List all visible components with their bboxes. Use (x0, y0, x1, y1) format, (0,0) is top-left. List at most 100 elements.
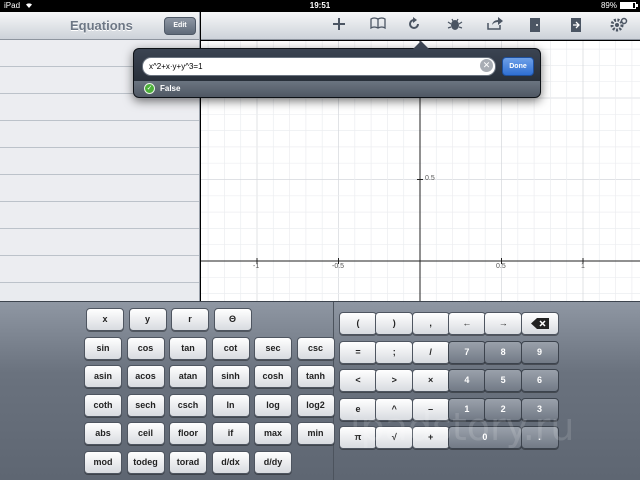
key[interactable]: e (339, 398, 377, 421)
key[interactable]: π (339, 426, 377, 449)
equation-input[interactable]: x^2+x·y+y^3=1 (142, 57, 496, 76)
key[interactable]: 8 (484, 341, 523, 364)
key[interactable]: / (411, 341, 450, 364)
gear-icon[interactable] (609, 17, 629, 35)
key[interactable]: 6 (520, 369, 559, 392)
x-tick-label: -0.5 (332, 263, 345, 270)
door-icon[interactable] (525, 17, 545, 35)
y-tick-label: 0.5 (425, 175, 435, 182)
key[interactable]: acos (126, 365, 165, 388)
key[interactable]: . (520, 426, 559, 449)
equation-slot[interactable] (0, 175, 199, 202)
key[interactable]: sin (84, 337, 122, 360)
key[interactable]: Θ (213, 308, 252, 331)
backspace-key[interactable] (520, 312, 559, 335)
key[interactable]: 2 (484, 398, 523, 421)
key[interactable]: y (128, 308, 167, 331)
key[interactable]: log2 (296, 394, 335, 417)
exit-icon[interactable] (566, 17, 586, 35)
key[interactable]: cosh (254, 365, 292, 388)
popover-arrow (413, 41, 429, 49)
key[interactable]: torad (169, 451, 207, 474)
equation-slot[interactable] (0, 202, 199, 229)
equations-toolbar: Equations Edit (0, 12, 199, 40)
key[interactable]: 4 (447, 369, 486, 392)
key[interactable]: csch (169, 394, 207, 417)
key[interactable]: min (296, 422, 335, 445)
equation-slot[interactable] (0, 94, 199, 121)
key[interactable]: cot (211, 337, 250, 360)
math-keyboard: x y r Θsin cos tan cot sec csc asin acos atan sinh co… (0, 301, 640, 480)
key[interactable]: > (375, 369, 414, 392)
bug-icon[interactable] (445, 17, 465, 35)
equation-slot[interactable] (0, 256, 199, 283)
key[interactable]: r (171, 308, 209, 331)
key[interactable]: d/dx (211, 451, 250, 474)
key[interactable]: sech (126, 394, 165, 417)
key[interactable]: ln (211, 394, 250, 417)
edit-button[interactable]: Edit (164, 17, 196, 35)
plus-icon[interactable] (329, 17, 349, 35)
x-tick-label: 0.5 (496, 263, 506, 270)
result-bar: ✓ False (134, 81, 540, 97)
done-button[interactable]: Done (502, 57, 534, 76)
key[interactable]: 7 (447, 341, 486, 364)
battery-level (621, 3, 634, 8)
share-icon[interactable] (485, 17, 505, 35)
result-text: False (160, 84, 181, 93)
key[interactable]: sinh (211, 365, 250, 388)
key[interactable]: ceil (126, 422, 165, 445)
equation-slot[interactable] (0, 229, 199, 256)
clock: 19:51 (309, 1, 331, 10)
key[interactable]: 3 (520, 398, 559, 421)
key[interactable]: 0 (447, 426, 522, 449)
key[interactable]: floor (169, 422, 207, 445)
key[interactable]: mod (84, 451, 122, 474)
key[interactable]: if (211, 422, 250, 445)
key[interactable]: ^ (375, 398, 414, 421)
key[interactable]: < (339, 369, 377, 392)
key[interactable]: = (339, 341, 377, 364)
key[interactable]: × (411, 369, 450, 392)
x-tick-label: -1 (253, 263, 260, 270)
key[interactable]: ( (339, 312, 377, 335)
key[interactable]: → (484, 312, 523, 335)
key[interactable]: d/dy (254, 451, 292, 474)
key[interactable]: log (254, 394, 292, 417)
key[interactable]: max (254, 422, 292, 445)
key[interactable]: ← (447, 312, 486, 335)
battery-percent: 89% (600, 1, 617, 10)
key[interactable]: coth (84, 394, 122, 417)
clear-icon[interactable]: ✕ (480, 59, 493, 72)
key[interactable]: √ (375, 426, 414, 449)
key[interactable]: ; (375, 341, 414, 364)
refresh-icon[interactable] (404, 17, 424, 35)
key[interactable]: + (411, 426, 450, 449)
key[interactable]: asin (84, 365, 122, 388)
key[interactable]: 9 (520, 341, 559, 364)
key[interactable]: sec (254, 337, 292, 360)
key[interactable]: todeg (126, 451, 165, 474)
backspace-icon (530, 318, 549, 329)
equation-slot[interactable] (0, 148, 199, 175)
panel-title: Equations (70, 18, 133, 33)
book-icon[interactable] (368, 17, 388, 35)
key[interactable]: tanh (296, 365, 335, 388)
key[interactable]: atan (169, 365, 207, 388)
battery: 89% (600, 1, 638, 10)
key[interactable]: 1 (447, 398, 486, 421)
key[interactable]: abs (84, 422, 122, 445)
keyboard-divider (333, 302, 334, 480)
key[interactable]: cos (126, 337, 165, 360)
key[interactable]: – (411, 398, 450, 421)
key[interactable]: tan (169, 337, 207, 360)
equation-slot[interactable] (0, 121, 199, 148)
battery-icon (620, 2, 638, 9)
key[interactable]: 5 (484, 369, 523, 392)
key[interactable]: ) (375, 312, 414, 335)
equation-editor-popover: x^2+x·y+y^3=1 ✕ Done ✓ False (133, 41, 541, 98)
x-tick-label: 1 (581, 263, 585, 270)
key[interactable]: , (411, 312, 450, 335)
key[interactable]: x (86, 308, 124, 331)
key[interactable]: csc (296, 337, 335, 360)
